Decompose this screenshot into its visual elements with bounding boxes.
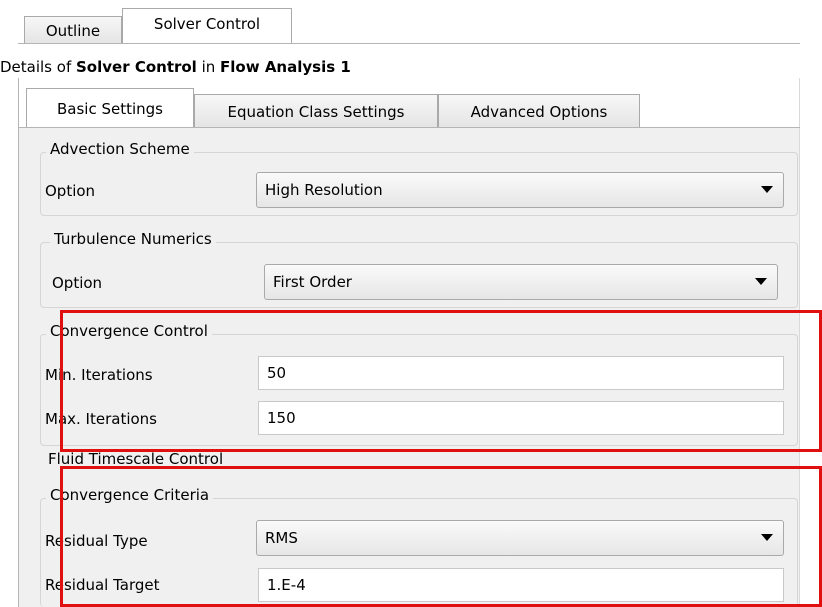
tab-equation-class-settings[interactable]: Equation Class Settings	[194, 94, 438, 128]
details-header: Details of Solver Control in Flow Analys…	[0, 58, 351, 76]
outer-tab-divider	[18, 43, 800, 44]
advection-option-value: High Resolution	[265, 181, 383, 199]
tab-solver-control-label: Solver Control	[153, 15, 261, 33]
highlight-box-convergence-control	[60, 310, 822, 452]
tab-basic-settings[interactable]: Basic Settings	[26, 88, 194, 128]
turbulence-option-value: First Order	[273, 273, 352, 291]
tab-basic-settings-label: Basic Settings	[56, 99, 163, 118]
advection-option-label: Option	[45, 182, 96, 200]
tab-solver-control[interactable]: Solver Control	[122, 8, 292, 44]
details-middle: in	[196, 58, 221, 76]
tab-advanced-options[interactable]: Advanced Options	[438, 94, 640, 128]
advection-option-dropdown[interactable]: High Resolution	[256, 172, 784, 208]
turbulence-option-label: Option	[52, 274, 103, 292]
advection-scheme-title: Advection Scheme	[46, 140, 194, 158]
details-prefix: Details of	[0, 58, 76, 76]
chevron-down-icon	[761, 186, 773, 193]
tab-outline[interactable]: Outline	[24, 16, 122, 44]
highlight-box-convergence-criteria	[60, 466, 822, 607]
turbulence-numerics-title: Turbulence Numerics	[50, 230, 216, 248]
turbulence-option-dropdown[interactable]: First Order	[264, 264, 778, 300]
tab-advanced-options-label: Advanced Options	[470, 102, 608, 121]
tab-outline-label: Outline	[45, 21, 101, 40]
details-object: Solver Control	[76, 58, 197, 76]
inner-tab-divider	[18, 127, 800, 128]
chevron-down-icon	[755, 278, 767, 285]
details-parent: Flow Analysis 1	[220, 58, 351, 76]
tab-equation-class-settings-label: Equation Class Settings	[227, 102, 405, 121]
